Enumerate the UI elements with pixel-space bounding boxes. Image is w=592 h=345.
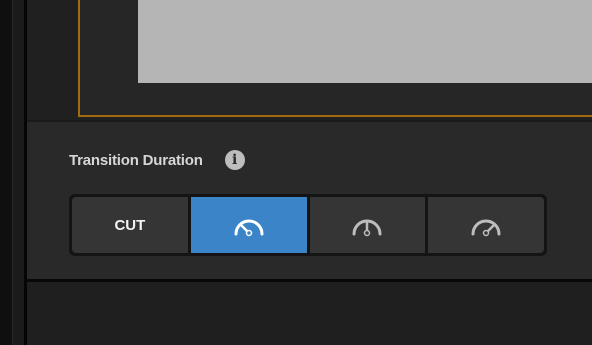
slow-transition-button[interactable] bbox=[190, 197, 307, 253]
transition-duration-selector: CUT bbox=[69, 194, 547, 256]
bottom-panel bbox=[27, 282, 592, 345]
preview-screen bbox=[138, 0, 592, 83]
transition-duration-label: Transition Duration bbox=[69, 151, 203, 169]
medium-transition-button[interactable] bbox=[309, 197, 426, 253]
cut-button[interactable]: CUT bbox=[72, 197, 188, 253]
gauge-fast-icon bbox=[468, 213, 504, 237]
gauge-medium-icon bbox=[349, 213, 385, 237]
info-icon[interactable]: i bbox=[224, 150, 245, 170]
transition-label-row: Transition Duration i bbox=[69, 148, 245, 172]
left-strip bbox=[0, 0, 13, 345]
gauge-slow-icon bbox=[231, 213, 267, 237]
fast-transition-button[interactable] bbox=[428, 197, 544, 253]
cut-button-label: CUT bbox=[114, 216, 146, 234]
